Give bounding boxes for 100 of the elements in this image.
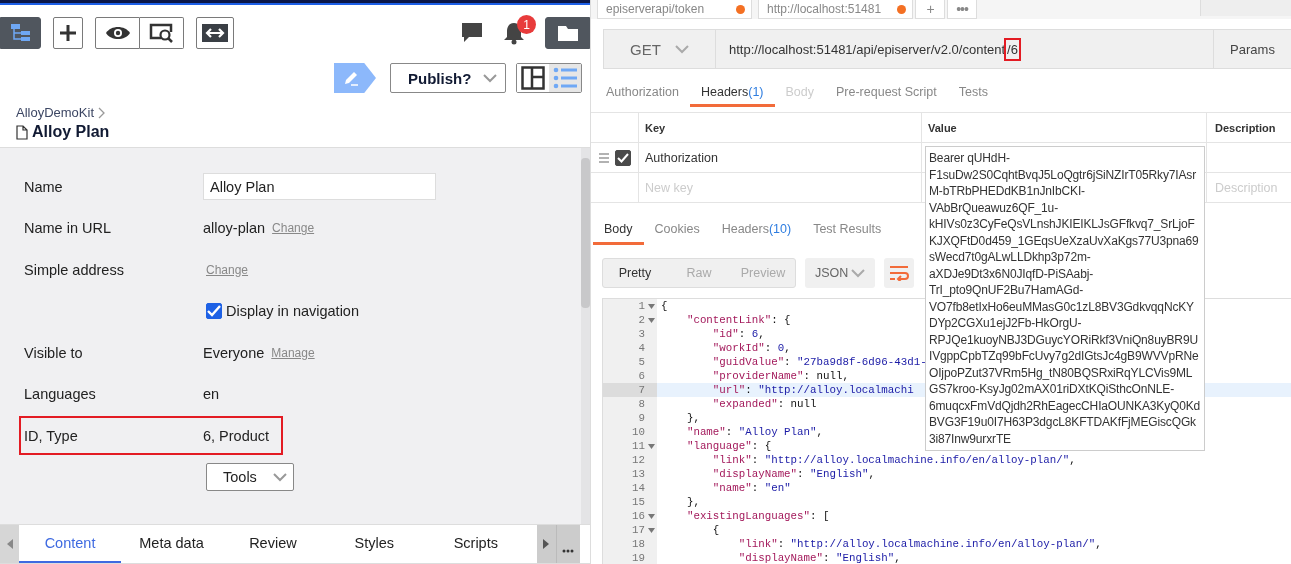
- request-tab[interactable]: http://localhost:51481: [758, 0, 913, 19]
- format-dropdown[interactable]: JSON: [805, 258, 875, 288]
- column-header: Key: [638, 113, 921, 142]
- line-number: 2: [638, 313, 645, 327]
- publish-button[interactable]: Publish?: [390, 63, 506, 93]
- chevron-right-icon: [98, 106, 107, 119]
- code-line: "guidValue": "27ba9d8f-6d96-43d1-: [711, 355, 927, 369]
- field-value: alloy-plan: [203, 220, 266, 236]
- tab-title: episerverapi/token: [606, 2, 705, 16]
- tab-menu-button[interactable]: •••: [947, 0, 977, 19]
- line-number: 14: [632, 481, 645, 495]
- tools-dropdown[interactable]: Tools: [206, 463, 294, 491]
- code-line: {: [711, 523, 720, 537]
- field-value: 6, Product: [203, 427, 270, 444]
- tab[interactable]: Headers(10): [710, 215, 803, 245]
- line-number: 3: [638, 327, 645, 341]
- code-line: "workId": 0,: [711, 341, 791, 355]
- code-line: "name": "en": [711, 481, 791, 495]
- tab[interactable]: Tests: [947, 79, 999, 107]
- wrap-button[interactable]: [884, 258, 914, 288]
- header-key: Authorization: [645, 150, 718, 165]
- scroll-right-button[interactable]: [536, 525, 556, 563]
- scrollbar[interactable]: [581, 148, 590, 524]
- caret-left-icon: [6, 539, 13, 549]
- assets-button[interactable]: [545, 17, 590, 49]
- line-number: 18: [632, 537, 645, 551]
- caret-right-icon: [543, 539, 550, 549]
- code-line: "name": "Alloy Plan",: [685, 425, 823, 439]
- code-line: "contentLink": {: [685, 313, 791, 327]
- name-input[interactable]: Alloy Plan: [203, 173, 436, 200]
- wrap-lines-icon: [889, 265, 909, 281]
- view-mode-button[interactable]: Pretty: [603, 259, 667, 287]
- compare-button[interactable]: [140, 17, 184, 49]
- list-icon: [553, 67, 577, 89]
- folder-icon: [556, 24, 579, 42]
- change-link[interactable]: Change: [272, 221, 315, 235]
- line-number: 4: [638, 341, 645, 355]
- tab[interactable]: Cookies: [643, 215, 711, 245]
- field-label: Name: [24, 178, 63, 195]
- code-line: "link": "http://alloy.localmachine.info/en/alloy-plan/",: [737, 537, 1102, 551]
- line-number: 11: [632, 439, 645, 453]
- preview-button[interactable]: [95, 17, 140, 49]
- page-tree-button[interactable]: [0, 17, 41, 49]
- line-number: 5: [638, 355, 645, 369]
- line-number: 12: [632, 453, 645, 467]
- tab[interactable]: Body: [593, 215, 644, 245]
- code-line: "id": 6,: [711, 327, 765, 341]
- document-icon: [16, 124, 28, 140]
- notification-badge: 1: [517, 15, 536, 34]
- code-line: "existingLanguages": [: [685, 509, 830, 523]
- checkbox[interactable]: [206, 303, 222, 319]
- change-link[interactable]: Change: [206, 262, 249, 277]
- line-number: 16: [632, 509, 645, 523]
- screen-search-icon: [148, 23, 175, 43]
- more-icon: [562, 549, 575, 553]
- line-number: 1: [638, 299, 645, 313]
- page-title: Alloy Plan: [32, 123, 110, 141]
- plus-icon: [59, 24, 77, 42]
- line-number: 19: [632, 551, 645, 564]
- tab[interactable]: Headers(1): [689, 79, 775, 107]
- token-text: Bearer qUHdH-F1suDw2S0CqhtBvqJ5LoQgtr6jSiNZIrT05Rky7IAsrM-bTRbPHEDdKB1nJnIbCKI-VAbBrQueawuz6QF_1u-kHIVs0z3CyFeQsVLnshJKIEIKLJsGFfkvq7_SrLjoFKJXQFtD0d459_1GEqsUeXzaUvXaKgs77U3pna69sWecd7t0gALwLLDkhp3p72m-aXDJe9Dt3x6N0JIqfD-PiSAabj-TrI_pto9QnUF2Bu7HamAGd-VO7fb8etIxHo6euMMasG0c1zL8BV3GdkvqqNcKYDYp2CGXu1ejJ2Fb-HkOrgU-RPJQe1kuoyNBJ3DGuycYORiRkf3VniQn8uyBR9UIVgppCpbTZq99bFcUvy7g2dIGtsJc4gB9WVVpRNeOIjpoPZut37VRm5Hg_tN80BQSRxiRqYLCVis9MLGS7kroo-KsyJg02mAX01riDXtKQiSthcOnNLE-6muqcxFmVdQjdh2RhEagecCHIaOUNKA3KyQ0KdBVG3F19u0I7H63P3dgcL8KFTDAKfFjMEGiscQGk3i87Inw9urxrTE: [929, 151, 1201, 446]
- fold-caret-icon[interactable]: [647, 443, 655, 449]
- tree-icon: [9, 23, 32, 43]
- new-tab-button[interactable]: +: [915, 0, 945, 19]
- swap-arrows-icon: [202, 24, 228, 42]
- add-button[interactable]: [53, 17, 83, 49]
- tab-title: http://localhost:51481: [767, 2, 882, 16]
- column-header: Description: [1206, 113, 1291, 142]
- request-tab[interactable]: episerverapi/token: [597, 0, 752, 19]
- scroll-left-button[interactable]: [0, 525, 20, 563]
- tab[interactable]: Authorization: [595, 79, 690, 107]
- line-number: 8: [638, 397, 645, 411]
- code-line: "language": {: [685, 439, 772, 453]
- change-link[interactable]: Manage: [271, 345, 315, 360]
- tab[interactable]: Test Results: [802, 215, 893, 245]
- field-label: ID, Type: [24, 427, 78, 444]
- field-value: Everyone: [203, 344, 265, 361]
- field-label: Simple address: [24, 261, 124, 278]
- field-label: Name in URL: [24, 220, 112, 236]
- eye-icon: [104, 25, 131, 41]
- comment-icon[interactable]: [461, 22, 483, 44]
- code-line: "url": "http://alloy.localmachi: [711, 383, 914, 397]
- drag-handle-icon[interactable]: [599, 151, 609, 164]
- code-line: "link": "http://alloy.localmachine.info/en/alloy-plan/",: [711, 453, 1076, 467]
- code-line: },: [685, 411, 700, 425]
- chevron-down-icon: [273, 472, 287, 482]
- line-number: 7: [638, 383, 645, 397]
- code-line: },: [685, 495, 700, 509]
- resize-button[interactable]: [196, 17, 234, 49]
- line-number: 6: [638, 369, 645, 383]
- code-line: "expanded": null: [711, 397, 817, 411]
- code-line: "displayName": "English",: [737, 551, 901, 564]
- checkbox[interactable]: [615, 149, 631, 166]
- breadcrumb-link[interactable]: AlloyDemoKit: [16, 105, 95, 120]
- tab[interactable]: Pre-request Script: [825, 79, 948, 107]
- field-label: Visible to: [24, 344, 83, 361]
- chevron-down-icon: [483, 73, 497, 83]
- chevron-down-icon: [851, 268, 865, 278]
- column-header: Value: [921, 113, 1206, 142]
- code-line: {: [660, 299, 668, 313]
